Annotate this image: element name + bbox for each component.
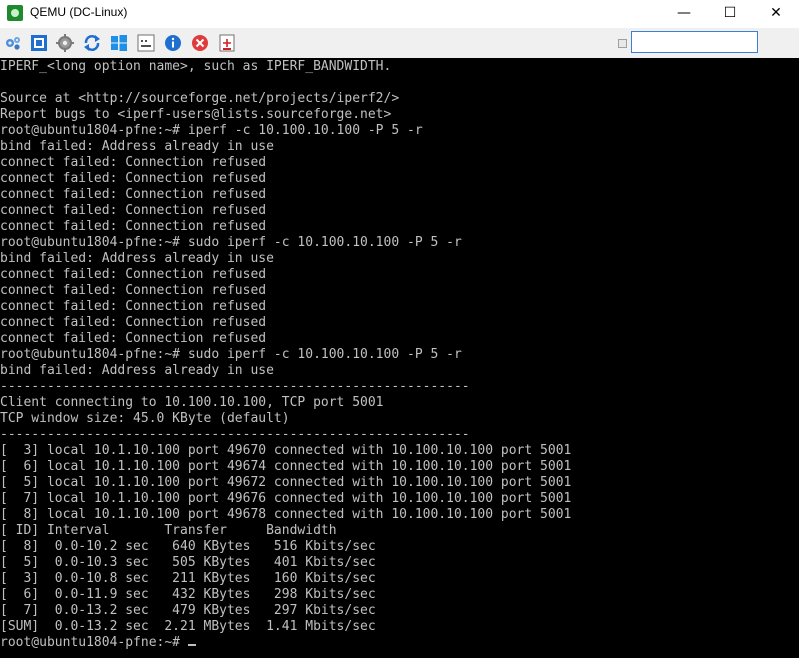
terminal-line: [ 5] 0.0-10.3 sec 505 KBytes 401 Kbits/s… <box>0 555 376 570</box>
window-title: QEMU (DC-Linux) <box>30 5 128 19</box>
terminal-line: connect failed: Connection refused <box>0 171 267 186</box>
terminal-line: [ 7] 0.0-13.2 sec 479 KBytes 297 Kbits/s… <box>0 603 376 618</box>
qemu-app-icon <box>7 5 23 21</box>
terminal-line: connect failed: Connection refused <box>0 299 267 314</box>
terminal-line: connect failed: Connection refused <box>0 315 267 330</box>
terminal-line: Report bugs to <iperf-users@lists.source… <box>0 107 392 122</box>
terminal-line: [ 7] local 10.1.10.100 port 49676 connec… <box>0 491 572 506</box>
terminal-line: connect failed: Connection refused <box>0 203 267 218</box>
usb-icon[interactable] <box>218 34 236 52</box>
terminal-prompt-line: root@ubuntu1804-pfne:~# <box>0 635 196 651</box>
terminal-line: root@ubuntu1804-pfne:~# iperf -c 10.100.… <box>0 123 423 138</box>
terminal-line: connect failed: Connection refused <box>0 155 267 170</box>
terminal-line: ----------------------------------------… <box>0 379 470 394</box>
terminal-line: [ 3] 0.0-10.8 sec 211 KBytes 160 Kbits/s… <box>0 571 376 586</box>
info-icon[interactable] <box>164 34 182 52</box>
refresh-icon[interactable] <box>83 34 101 52</box>
terminal-line: root@ubuntu1804-pfne:~# sudo iperf -c 10… <box>0 235 462 250</box>
settings-cog-icon[interactable] <box>4 34 22 52</box>
terminal-screen[interactable]: IPERF_<long option name>, such as IPERF_… <box>0 58 799 658</box>
terminal-line: [ 5] local 10.1.10.100 port 49672 connec… <box>0 475 572 490</box>
toolbar-separator <box>618 39 627 48</box>
terminal-line: bind failed: Address already in use <box>0 363 274 378</box>
terminal-line: TCP window size: 45.0 KByte (default) <box>0 411 290 426</box>
terminal-line: connect failed: Connection refused <box>0 187 267 202</box>
terminal-line: IPERF_<long option name>, such as IPERF_… <box>0 59 392 74</box>
terminal-line: Source at <http://sourceforge.net/projec… <box>0 91 400 106</box>
gear-icon[interactable] <box>56 34 74 52</box>
terminal-line: connect failed: Connection refused <box>0 219 267 234</box>
title-bar[interactable]: QEMU (DC-Linux) — ☐ ✕ <box>0 0 799 28</box>
terminal-line: connect failed: Connection refused <box>0 283 267 298</box>
terminal-line: root@ubuntu1804-pfne:~# sudo iperf -c 10… <box>0 347 462 362</box>
minimize-button[interactable]: — <box>661 0 707 28</box>
terminal-line: [SUM] 0.0-13.2 sec 2.21 MBytes 1.41 Mbit… <box>0 619 376 634</box>
keyboard-icon[interactable] <box>137 34 155 52</box>
terminal-prompt: root@ubuntu1804-pfne:~# <box>0 635 188 650</box>
terminal-cursor <box>187 644 196 646</box>
close-button[interactable]: ✕ <box>753 0 799 28</box>
maximize-button[interactable]: ☐ <box>707 0 753 28</box>
toolbar-input[interactable] <box>631 31 758 53</box>
terminal-line: connect failed: Connection refused <box>0 267 267 282</box>
terminal-line: [ 8] 0.0-10.2 sec 640 KBytes 516 Kbits/s… <box>0 539 376 554</box>
terminal-line: bind failed: Address already in use <box>0 139 274 154</box>
terminal-line: bind failed: Address already in use <box>0 251 274 266</box>
qemu-window: QEMU (DC-Linux) — ☐ ✕ IPERF_<long option… <box>0 0 799 658</box>
toolbar <box>0 28 799 58</box>
fullscreen-icon[interactable] <box>30 34 48 52</box>
terminal-line: [ 8] local 10.1.10.100 port 49678 connec… <box>0 507 572 522</box>
terminal-line: [ 6] local 10.1.10.100 port 49674 connec… <box>0 459 572 474</box>
windows-icon[interactable] <box>110 34 128 52</box>
terminal-line: ----------------------------------------… <box>0 427 470 442</box>
terminal-line: connect failed: Connection refused <box>0 331 267 346</box>
terminal-line: [ 6] 0.0-11.9 sec 432 KBytes 298 Kbits/s… <box>0 587 376 602</box>
terminal-line: [ 3] local 10.1.10.100 port 49670 connec… <box>0 443 572 458</box>
terminal-line: Client connecting to 10.100.10.100, TCP … <box>0 395 384 410</box>
stop-icon[interactable] <box>191 34 209 52</box>
terminal-line: [ ID] Interval Transfer Bandwidth <box>0 523 337 538</box>
